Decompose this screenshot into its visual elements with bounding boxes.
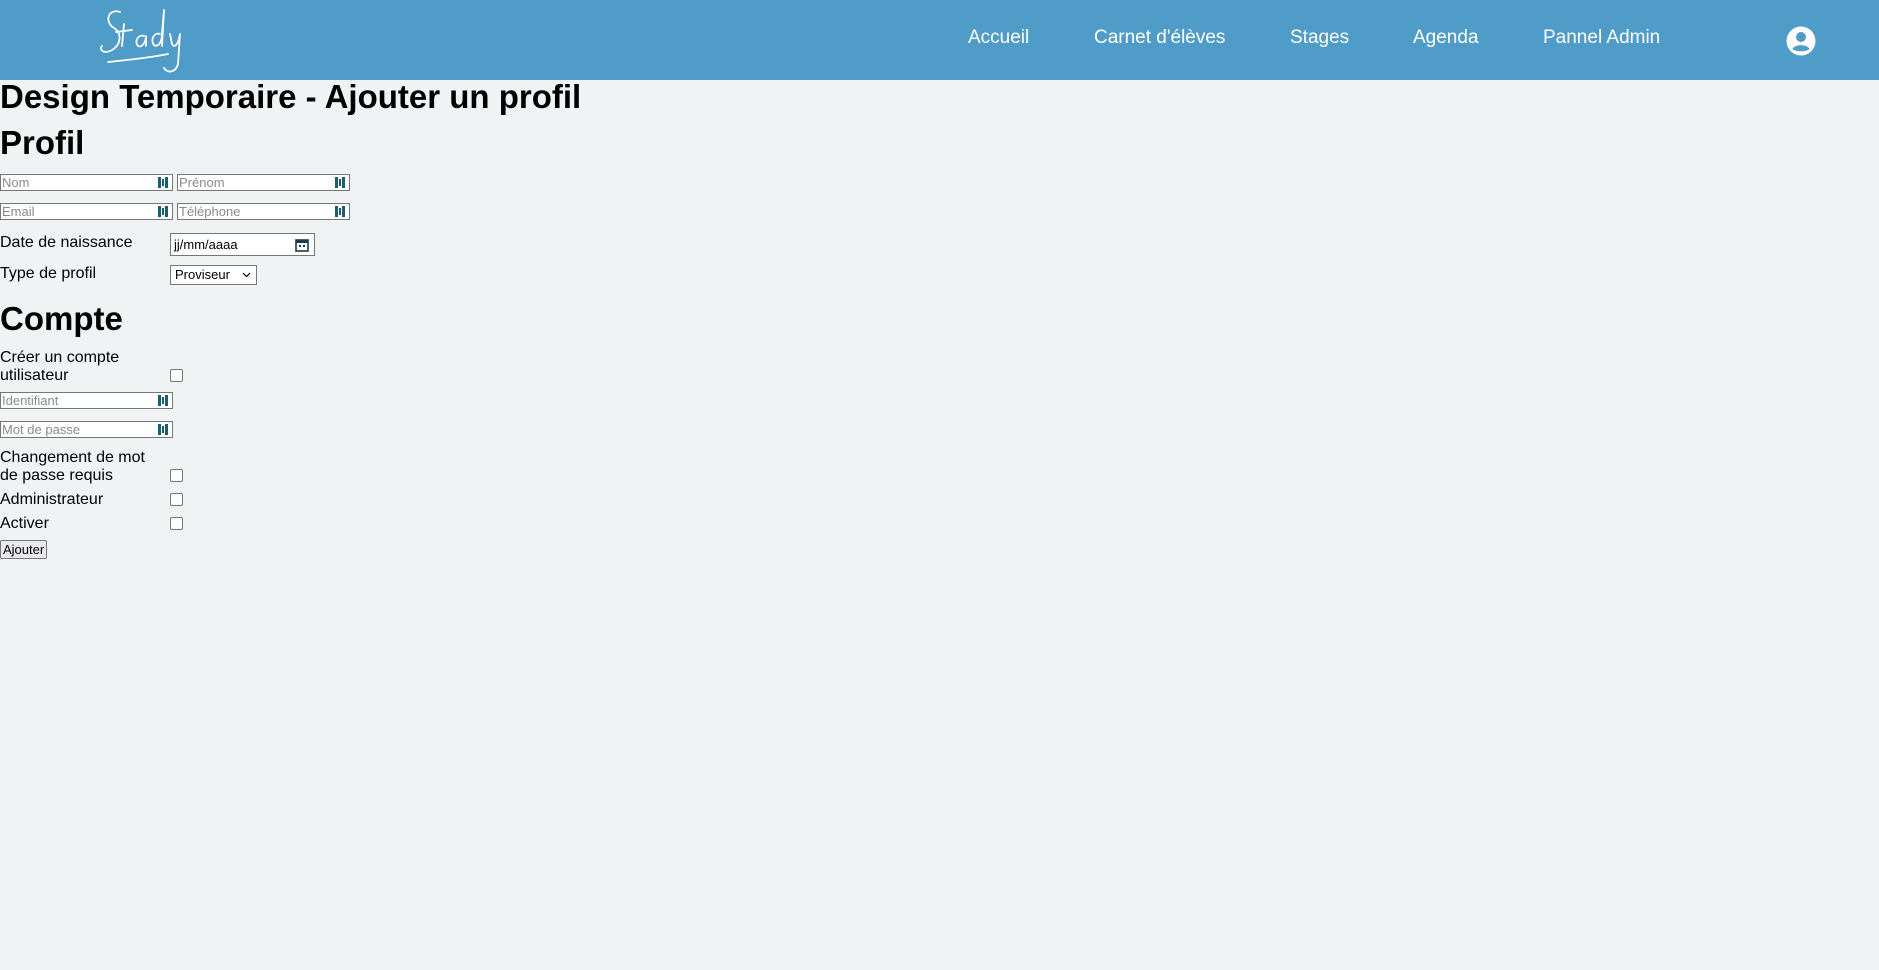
nav-accueil[interactable]: Accueil [968, 27, 1029, 49]
password-placeholder: Mot de passe [2, 422, 81, 437]
admin-checkbox[interactable] [170, 493, 183, 506]
identifiant-input[interactable]: Identifiant [0, 392, 173, 409]
admin-label: Administrateur [0, 491, 104, 508]
create-account-label-line2: utilisateur [0, 367, 69, 384]
telephone-input[interactable]: Téléphone [177, 203, 350, 220]
password-input[interactable]: Mot de passe [0, 421, 173, 438]
change-password-label-line2: de passe requis [0, 467, 113, 484]
nom-placeholder: Nom [2, 175, 30, 190]
telephone-placeholder: Téléphone [179, 204, 241, 219]
change-password-label-line1: Changement de mot [0, 449, 145, 466]
profile-type-value: Proviseur [175, 267, 230, 282]
password-manager-icon[interactable] [157, 423, 170, 436]
top-navigation-bar: Accueil Carnet d'élèves Stages Agenda Pa… [0, 0, 1879, 80]
birthdate-placeholder: jj/mm/aaaa [174, 237, 238, 252]
nav-pannel-admin[interactable]: Pannel Admin [1543, 27, 1660, 49]
password-manager-icon[interactable] [157, 176, 170, 189]
section-heading-profil: Profil [0, 124, 85, 161]
password-manager-icon[interactable] [157, 394, 170, 407]
chevron-down-icon [242, 272, 251, 278]
stady-logo[interactable] [98, 6, 188, 78]
change-password-label: Changement de mot de passe requis [0, 449, 145, 485]
section-heading-compte: Compte [0, 300, 123, 337]
profile-type-select[interactable]: Proviseur [170, 265, 257, 285]
user-circle-icon[interactable] [1786, 26, 1816, 56]
nav-stages[interactable]: Stages [1290, 27, 1349, 49]
nav-agenda[interactable]: Agenda [1413, 27, 1479, 49]
nom-input[interactable]: Nom [0, 174, 173, 191]
calendar-icon[interactable] [295, 238, 309, 252]
password-manager-icon[interactable] [334, 205, 347, 218]
page-title: Design Temporaire - Ajouter un profil [0, 78, 582, 115]
create-account-checkbox[interactable] [170, 369, 183, 382]
password-manager-icon[interactable] [334, 176, 347, 189]
birthdate-input[interactable]: jj/mm/aaaa [170, 233, 315, 256]
activate-label: Activer [0, 515, 49, 532]
create-account-label: Créer un compte utilisateur [0, 349, 119, 385]
email-placeholder: Email [2, 204, 35, 219]
prenom-input[interactable]: Prénom [177, 174, 350, 191]
nav-carnet-eleves[interactable]: Carnet d'élèves [1094, 27, 1225, 49]
identifiant-placeholder: Identifiant [2, 393, 59, 408]
activate-checkbox[interactable] [170, 517, 183, 530]
change-password-checkbox[interactable] [170, 469, 183, 482]
email-input[interactable]: Email [0, 203, 173, 220]
prenom-placeholder: Prénom [179, 175, 225, 190]
create-account-label-line1: Créer un compte [0, 349, 120, 366]
birthdate-label: Date de naissance [0, 234, 133, 251]
password-manager-icon[interactable] [157, 205, 170, 218]
profile-type-label: Type de profil [0, 265, 97, 282]
add-button[interactable]: Ajouter [0, 540, 48, 559]
